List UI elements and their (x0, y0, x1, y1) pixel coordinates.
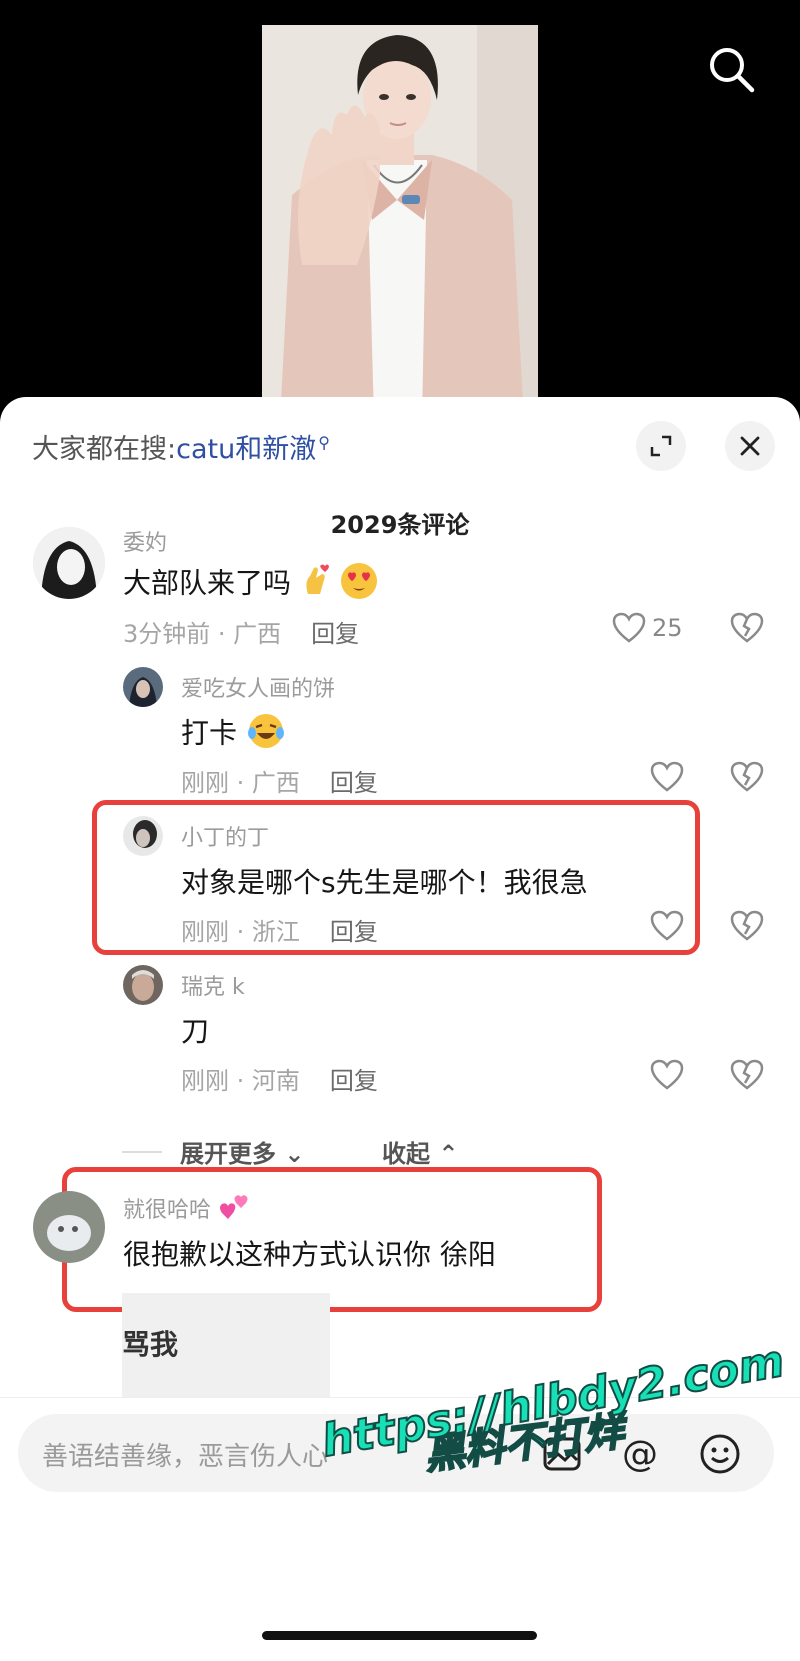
comment-text: 刀 (181, 1015, 210, 1048)
comment-time: 刚刚 · 广西 (181, 769, 300, 797)
close-icon (740, 436, 760, 456)
two-hearts-emoji (218, 1193, 252, 1229)
avatar[interactable] (123, 667, 163, 707)
avatar[interactable] (33, 1191, 105, 1263)
reply-button[interactable]: 回复 (330, 1067, 378, 1095)
dislike-button[interactable] (730, 612, 764, 648)
avatar[interactable] (33, 527, 105, 599)
like-button[interactable] (650, 910, 684, 942)
comment-placeholder: 善语结善缘，恶言伤人心 (42, 1442, 329, 1472)
broken-heart-icon (730, 612, 764, 643)
trending-prefix: 大家都在搜: (32, 434, 177, 465)
expand-more-link[interactable]: 展开更多 ⌄ (180, 1134, 304, 1169)
chevron-up-icon: ⌃ (430, 1140, 459, 1168)
reply-button[interactable]: 回复 (311, 620, 359, 648)
comment-meta: 刚刚 · 河南 回复 (181, 1061, 378, 1096)
like-button[interactable]: 25 (612, 612, 683, 644)
comment-text: 大部队来了吗 (123, 561, 379, 608)
video-frame (262, 25, 538, 420)
trending-keyword[interactable]: catu和新澈 (176, 434, 316, 465)
avatar[interactable] (123, 816, 163, 856)
broken-heart-icon (730, 761, 764, 792)
like-button[interactable] (650, 1059, 684, 1091)
comment-text: 对象是哪个s先生是哪个！我很急 (181, 866, 588, 899)
heart-icon (612, 612, 646, 643)
heart-eyes-emoji (339, 561, 379, 608)
broken-heart-icon (730, 910, 764, 941)
crossed-fingers-heart-emoji (300, 564, 330, 605)
emoji-icon[interactable] (698, 1432, 742, 1476)
comment-count: 2029条评论 (330, 511, 470, 539)
search-icon[interactable] (704, 42, 760, 98)
comment-time: 刚刚 · 浙江 (181, 918, 300, 946)
thread-controls: 展开更多 ⌄ 收起 ⌃ (122, 1132, 622, 1172)
collapse-label: 收起 (382, 1140, 430, 1168)
comment-time: 3分钟前 · 广西 (123, 620, 282, 648)
svg-text:@: @ (622, 1434, 658, 1475)
comment-meta: 刚刚 · 浙江 回复 (181, 912, 378, 947)
avatar[interactable] (123, 965, 163, 1005)
comment-time: 刚刚 · 河南 (181, 1067, 300, 1095)
expand-more-label: 展开更多 (180, 1140, 276, 1168)
comment-text-content: 打卡 (181, 716, 238, 750)
home-indicator[interactable] (262, 1631, 537, 1640)
comment-author[interactable]: 瑞克 k (181, 969, 245, 1001)
heart-icon (650, 761, 684, 792)
comment-meta: 3分钟前 · 广西 回复 (123, 614, 359, 649)
dislike-button[interactable] (730, 1059, 764, 1095)
chevron-down-icon: ⌄ (276, 1140, 305, 1168)
broken-heart-icon (730, 1059, 764, 1090)
comment-author[interactable]: 委妁 (123, 525, 167, 557)
dislike-button[interactable] (730, 910, 764, 946)
comment-author[interactable]: 就很哈哈 (123, 1192, 252, 1229)
video-player[interactable] (0, 0, 800, 420)
comment-text: 打卡 (181, 711, 286, 758)
heart-icon (650, 1059, 684, 1090)
divider-line (122, 1151, 162, 1153)
comment-text: 很抱歉以这种方式认识你 徐阳 (123, 1238, 496, 1271)
expand-icon (650, 435, 672, 457)
search-icon: ⚲ (318, 433, 330, 452)
comment-meta: 刚刚 · 广西 回复 (181, 763, 378, 798)
comment-author[interactable]: 小丁的丁 (181, 820, 269, 852)
comment-author-name: 就很哈哈 (123, 1198, 212, 1223)
reply-button[interactable]: 回复 (330, 769, 378, 797)
reply-button[interactable]: 回复 (330, 918, 378, 946)
dislike-button[interactable] (730, 761, 764, 797)
person-image (262, 25, 538, 420)
comment-text-content: 大部队来了吗 (123, 566, 292, 600)
sticker-text: 骂我 (122, 1328, 179, 1361)
like-button[interactable] (650, 761, 684, 793)
comment-sheet: 大家都在搜:catu和新澈⚲ 2029条评论 委妁 大部队来了吗 3分钟前 · (0, 397, 800, 1661)
heart-icon (650, 910, 684, 941)
trending-search[interactable]: 大家都在搜:catu和新澈 ⚲ (32, 427, 330, 466)
close-button[interactable] (725, 421, 775, 471)
crying-laughing-emoji (246, 711, 286, 758)
sticker-image[interactable]: 骂我 (122, 1293, 330, 1397)
expand-button[interactable] (636, 421, 686, 471)
collapse-link[interactable]: 收起 ⌃ (382, 1134, 458, 1169)
comment-author[interactable]: 爱吃女人画的饼 (181, 671, 335, 703)
like-count: 25 (652, 614, 683, 642)
